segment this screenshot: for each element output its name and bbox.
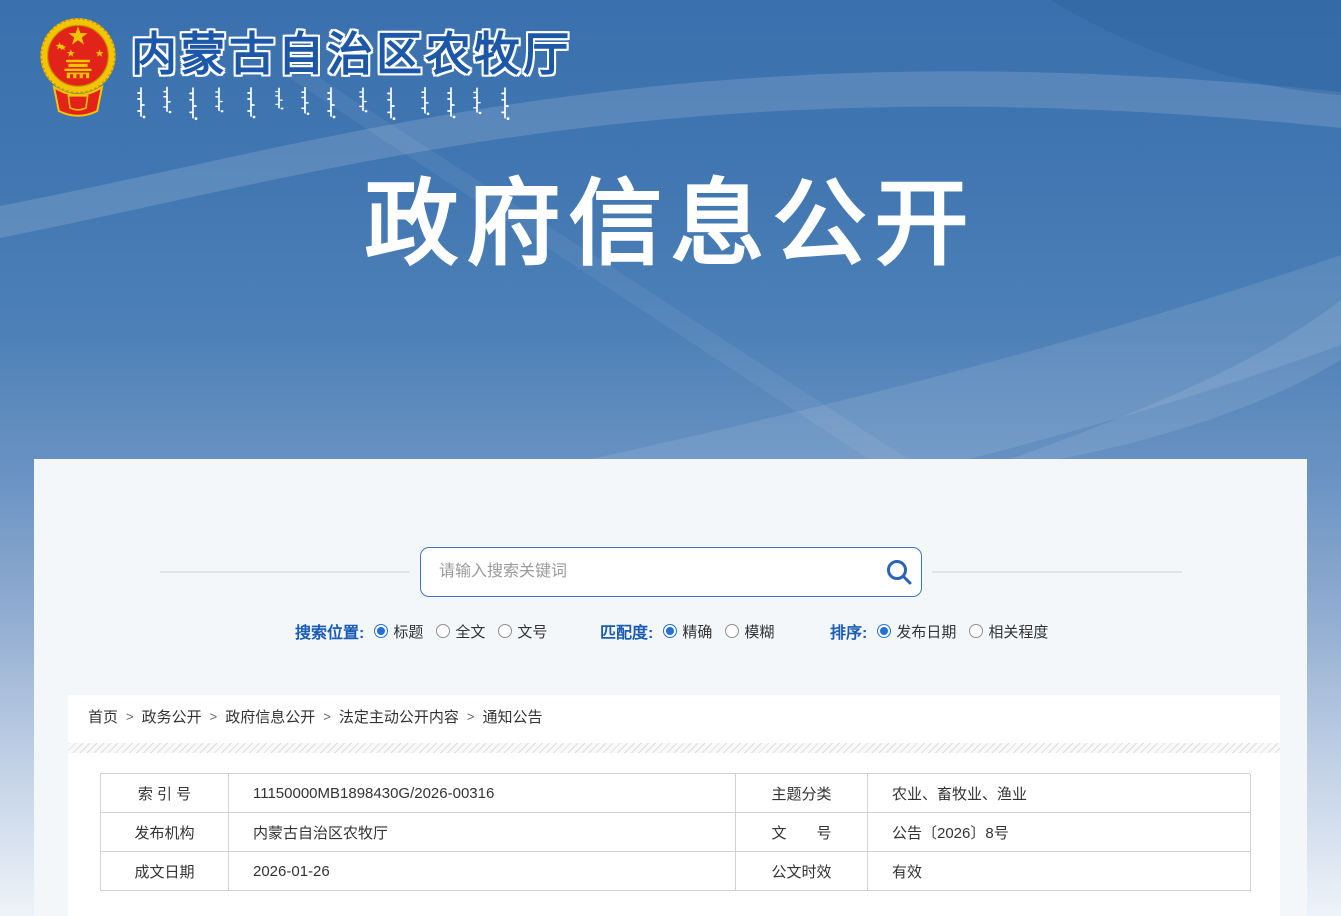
breadcrumb-item-notices-current: 通知公告 [482,708,543,726]
radio-icon[interactable] [663,624,678,638]
radio-option-publish-date[interactable]: 发布日期 [877,621,956,642]
breadcrumb-separator: > [126,708,134,724]
radio-icon[interactable] [436,624,451,638]
info-value-doc-number: 公告〔2026〕8号 [868,813,1251,852]
info-label-written-date: 成文日期 [101,852,229,891]
info-value-written-date: 2026-01-26 [229,852,736,891]
search-button[interactable] [877,549,921,595]
radio-option-exact[interactable]: 精确 [663,621,712,642]
document-info-table: 索 引 号 11150000MB1898430G/2026-00316 主题分类… [100,773,1251,891]
radio-option-title[interactable]: 标题 [374,621,423,642]
hatched-divider [68,743,1280,753]
info-label-index-number: 索 引 号 [101,774,229,813]
filter-label: 匹配度: [600,625,654,642]
agency-name: 内蒙古自治区农牧厅 [131,29,572,80]
radio-icon[interactable] [374,624,389,638]
radio-icon[interactable] [877,624,892,638]
mongolian-script-text [137,86,511,122]
breadcrumb: 首页 > 政务公开 > 政府信息公开 > 法定主动公开内容 > 通知公告 [68,695,1280,737]
breadcrumb-item-government-affairs[interactable]: 政务公开 [142,706,202,727]
breadcrumb-item-home[interactable]: 首页 [88,706,118,727]
filter-label: 搜索位置: [295,625,365,642]
breadcrumb-separator: > [323,708,331,724]
page-title: 政府信息公开 [364,171,977,276]
filter-label: 排序: [830,625,868,642]
info-label-issuing-agency: 发布机构 [101,813,229,852]
radio-icon[interactable] [725,624,740,638]
info-value-index-number: 11150000MB1898430G/2026-00316 [229,774,736,813]
radio-icon[interactable] [969,624,984,638]
content-box: 首页 > 政务公开 > 政府信息公开 > 法定主动公开内容 > 通知公告 索 引… [68,695,1280,916]
info-label-validity: 公文时效 [736,852,868,891]
divider-line-right [932,571,1182,573]
main-panel: 搜索位置: 标题 全文 文号 匹配度: 精确 [34,459,1307,916]
search-box [420,547,922,597]
page: 内蒙古自治区农牧厅 政府信息公开 请输入搜索关键词 搜索位置: 标题 全文 文号… [0,0,1341,916]
breadcrumb-item-info-disclosure[interactable]: 政府信息公开 [225,706,315,727]
radio-option-relevance[interactable]: 相关程度 [969,621,1048,642]
radio-option-fuzzy[interactable]: 模糊 [725,621,774,642]
filter-group-match-degree: 匹配度: 精确 模糊 [600,619,787,643]
breadcrumb-item-statutory-content[interactable]: 法定主动公开内容 [339,706,459,727]
info-value-issuing-agency: 内蒙古自治区农牧厅 [229,813,736,852]
info-value-validity: 有效 [868,852,1251,891]
radio-icon[interactable] [498,624,513,638]
info-value-topic-category: 农业、畜牧业、渔业 [868,774,1251,813]
info-label-topic-category: 主题分类 [736,774,868,813]
search-icon [887,560,912,585]
divider-line-left [160,571,410,573]
info-label-doc-number: 文 号 [736,813,868,852]
breadcrumb-separator: > [466,708,475,724]
breadcrumb-separator: > [209,708,218,724]
national-emblem-icon [40,18,116,117]
search-filters: 搜索位置: 标题 全文 文号 匹配度: 精确 模糊 排序: 发布日期 相关程度 [34,619,1307,647]
radio-option-fulltext[interactable]: 全文 [436,621,485,642]
radio-option-doc-number[interactable]: 文号 [498,621,547,642]
search-input[interactable] [421,548,877,596]
filter-group-sort: 排序: 发布日期 相关程度 [830,619,1061,643]
filter-group-search-scope: 搜索位置: 标题 全文 文号 [295,619,560,643]
